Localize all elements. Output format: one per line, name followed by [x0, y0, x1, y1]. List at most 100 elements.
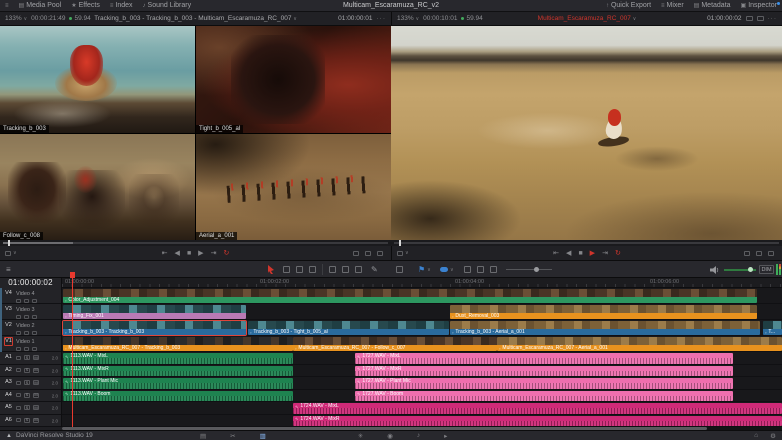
detail-zoom-icon[interactable]: [477, 266, 484, 273]
timeline-viewer[interactable]: [391, 26, 782, 240]
enable-track-icon[interactable]: [32, 315, 37, 319]
step-back-button[interactable]: ◀: [566, 249, 571, 257]
timeline-ruler[interactable]: 01:00:00:0001:00:02:0001:00:04:0001:00:0…: [62, 278, 782, 288]
stop-button[interactable]: ■: [187, 250, 191, 257]
multicam-angle-tracking[interactable]: Tracking_b_003: [0, 26, 195, 133]
match-frame-icon[interactable]: [353, 251, 359, 256]
enable-track-icon[interactable]: [32, 331, 37, 335]
snapshot-icon[interactable]: [396, 266, 403, 273]
loop-button[interactable]: ↻: [223, 249, 229, 257]
replace-clip-icon[interactable]: [355, 266, 362, 273]
auto-select-icon[interactable]: [24, 315, 29, 319]
lock-icon[interactable]: [16, 418, 21, 422]
mark-out-icon[interactable]: [768, 251, 774, 256]
play-button[interactable]: ▶: [590, 249, 595, 257]
audio-lane-a1[interactable]: ∿1113.WAV - MixL∿1727.WAV - MixL: [62, 352, 782, 365]
insert-clip-icon[interactable]: [329, 266, 336, 273]
speaker-icon[interactable]: [710, 266, 719, 274]
lock-icon[interactable]: [16, 299, 21, 303]
video-lane-v2[interactable]: ▫Tracking_b_003 - Tracking_b_003▫Trackin…: [62, 320, 782, 336]
blade-tool-icon[interactable]: [309, 266, 316, 273]
track-id-badge[interactable]: A4: [4, 391, 13, 400]
timeline-audio-clip[interactable]: ∿1113.WAV - MixL: [63, 353, 293, 364]
track-id-badge[interactable]: A5: [4, 403, 13, 412]
go-last-button[interactable]: ⇥: [602, 249, 608, 257]
track-id-badge[interactable]: A2: [4, 366, 13, 375]
timeline-clip[interactable]: ▫Color_Adjustment_004: [63, 289, 757, 303]
selection-tool-icon[interactable]: [268, 265, 275, 274]
solo-button[interactable]: S: [24, 418, 30, 423]
lock-icon[interactable]: [16, 315, 21, 319]
solo-button[interactable]: S: [24, 368, 30, 373]
marker-button[interactable]: ∨: [440, 261, 454, 278]
lock-icon[interactable]: [16, 393, 21, 397]
solo-button[interactable]: S: [24, 380, 30, 385]
audio-lane-a2[interactable]: ∿1113.WAV - MixR ∿1727.WAV - MixR: [62, 365, 782, 378]
playhead[interactable]: [72, 278, 73, 427]
track-id-badge[interactable]: V3: [4, 305, 13, 314]
track-scroll-indicator[interactable]: [0, 288, 2, 352]
video-lane-v4[interactable]: ▫Color_Adjustment_004: [62, 288, 782, 304]
lock-icon[interactable]: [16, 356, 21, 360]
source-clip-title[interactable]: Tracking_b_003 - Tracking_b_003 - Multic…: [94, 15, 297, 22]
source-zoom-select[interactable]: 133% ∨: [5, 15, 27, 22]
project-manager-button[interactable]: ⌂: [754, 432, 758, 440]
timeline-audio-clip[interactable]: ∿1727.WAV - Boom: [355, 391, 733, 402]
timeline-audio-clip[interactable]: ∿1113.WAV - MixR: [63, 366, 293, 377]
page-edit-button[interactable]: ▥: [260, 432, 266, 440]
timeline-options-button[interactable]: ≡: [6, 261, 20, 278]
mixer-button[interactable]: ≡Mixer: [656, 0, 689, 11]
volume-knob[interactable]: [748, 267, 753, 272]
track-id-badge[interactable]: A3: [4, 378, 13, 387]
page-deliver-button[interactable]: ▸: [444, 432, 447, 440]
multicam-angle-tight[interactable]: Tight_b_005_al: [196, 26, 391, 133]
match-frame-icon[interactable]: [744, 251, 750, 256]
video-lane-v1[interactable]: ▫Multicam_Escaramuza_RC_007 - Tracking_b…: [62, 336, 782, 352]
flag-button[interactable]: ⚑ ∨: [418, 261, 431, 278]
mark-out-icon[interactable]: [377, 251, 383, 256]
source-options-button[interactable]: ···: [377, 15, 387, 22]
auto-select-icon[interactable]: [24, 347, 29, 351]
auto-select-icon[interactable]: [24, 299, 29, 303]
audio-lane-a6[interactable]: ∿1724.WAV - MixR: [62, 415, 782, 428]
lock-icon[interactable]: [16, 368, 21, 372]
go-last-button[interactable]: ⇥: [211, 249, 217, 257]
full-extent-zoom-icon[interactable]: [464, 266, 471, 273]
overwrite-clip-icon[interactable]: [342, 266, 349, 273]
sound-library-button[interactable]: ♪Sound Library: [138, 0, 197, 11]
timeline-title[interactable]: Multicam_Escaramuza_RC_007 ∨: [538, 15, 637, 22]
mute-button[interactable]: M: [33, 418, 39, 423]
effects-button[interactable]: ★Effects: [66, 0, 105, 11]
stop-button[interactable]: ■: [578, 250, 582, 257]
mute-button[interactable]: M: [33, 355, 39, 360]
enable-track-icon[interactable]: [32, 347, 37, 351]
lock-icon[interactable]: [16, 381, 21, 385]
zoom-slider-knob[interactable]: [534, 267, 539, 272]
mute-button[interactable]: M: [33, 380, 39, 385]
track-id-badge[interactable]: A1: [4, 353, 13, 362]
timeline-audio-clip[interactable]: ∿1113.WAV - Boom: [63, 391, 293, 402]
timeline-audio-clip[interactable]: ∿1727.WAV - MixR: [355, 366, 733, 377]
timeline-zoom-select[interactable]: 133% ∨: [397, 15, 419, 22]
mute-button[interactable]: M: [33, 393, 39, 398]
metadata-button[interactable]: ▤Metadata: [689, 0, 736, 11]
timeline-size-select[interactable]: ∨: [397, 250, 409, 256]
page-fusion-button[interactable]: ✳: [358, 432, 363, 440]
monitor-volume-slider[interactable]: [724, 269, 756, 271]
timeline-clip[interactable]: ▫Multicam_Escaramuza_RC_007 - Aerial_a_0…: [497, 337, 782, 351]
timeline-clip[interactable]: ▫Timing_Fix_001: [63, 305, 246, 319]
timeline-clip[interactable]: ▫Multicam_Escaramuza_RC_007 - Follow_c_0…: [293, 337, 497, 351]
timeline-clip[interactable]: ▫Multicam_Escaramuza_RC_007 - Tracking_b…: [63, 337, 293, 351]
page-color-button[interactable]: ◉: [387, 432, 393, 440]
track-id-badge[interactable]: A6: [4, 416, 13, 425]
multicam-angle-follow[interactable]: Follow_c_008: [0, 134, 195, 240]
play-button[interactable]: ▶: [198, 249, 203, 257]
inspector-button[interactable]: ▣Inspector: [736, 0, 782, 11]
timeline-clip[interactable]: ▫Tracking_b_003 - Tracking_b_003: [63, 321, 246, 335]
solo-button[interactable]: S: [24, 355, 30, 360]
mute-button[interactable]: M: [33, 405, 39, 410]
timeline-clip[interactable]: ▫T...: [763, 321, 782, 335]
track-id-badge[interactable]: V2: [4, 321, 13, 330]
dynamic-trim-icon[interactable]: [296, 266, 303, 273]
audio-lane-a4[interactable]: ∿1113.WAV - Boom ∿1727.WAV - Boom: [62, 390, 782, 403]
